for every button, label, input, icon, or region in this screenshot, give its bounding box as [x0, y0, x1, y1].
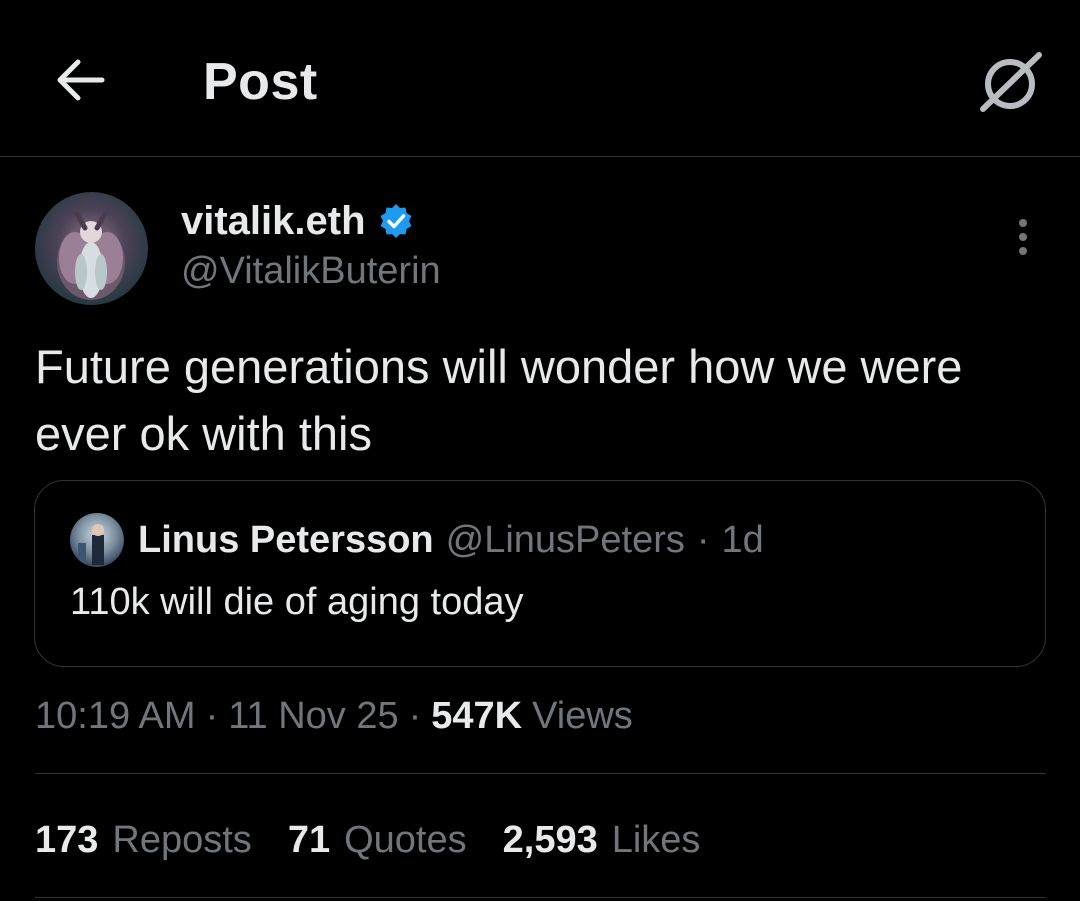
quote-timestamp: 1d [721, 518, 764, 561]
author-name-row: vitalik.eth [181, 198, 414, 244]
grok-button[interactable] [972, 44, 1048, 120]
more-dot-icon [1019, 233, 1027, 241]
arrow-left-icon [57, 59, 105, 101]
quote-header: Linus Petersson @LinusPeters · 1d [138, 515, 764, 565]
quotes-label: Quotes [344, 818, 467, 861]
views-label[interactable]: Views [532, 695, 633, 738]
quote-text: 110k will die of aging today [70, 581, 524, 623]
likes-label: Likes [611, 818, 701, 861]
meta-separator: · [408, 694, 422, 737]
reposts-label: Reposts [112, 818, 252, 861]
likes-count: 2,593 [502, 818, 598, 861]
post-time[interactable]: 10:19 AM [35, 695, 196, 738]
reposts-stat[interactable]: 173 Reposts [35, 819, 252, 862]
quotes-count: 71 [287, 818, 331, 861]
quote-author-handle: @LinusPeters [445, 518, 685, 561]
post-date[interactable]: 11 Nov 25 [228, 695, 398, 738]
more-dot-icon [1019, 247, 1027, 255]
quote-author-name: Linus Petersson [138, 518, 434, 561]
meta-separator: · [205, 694, 219, 737]
quote-avatar-image [78, 524, 104, 565]
top-bar: Post [0, 0, 1080, 157]
more-options-button[interactable] [1000, 212, 1046, 262]
divider [35, 897, 1046, 898]
reposts-count: 173 [35, 818, 99, 861]
engagement-stats: 173 Reposts 71 Quotes 2,593 Likes [35, 815, 700, 865]
author-handle[interactable]: @VitalikButerin [181, 250, 441, 293]
quote-separator: · [696, 518, 710, 561]
avatar[interactable] [35, 192, 148, 305]
more-dot-icon [1019, 219, 1027, 227]
back-button[interactable] [50, 52, 110, 108]
author-name[interactable]: vitalik.eth [181, 199, 366, 244]
page-title: Post [203, 53, 318, 111]
divider [35, 773, 1046, 774]
likes-stat[interactable]: 2,593 Likes [503, 819, 701, 862]
grok-slash-circle-icon [980, 52, 1042, 112]
views-count[interactable]: 547K [431, 695, 522, 738]
quote-avatar [70, 513, 124, 567]
quoted-post-card[interactable]: Linus Petersson @LinusPeters · 1d 110k w… [34, 480, 1046, 667]
post-meta: 10:19 AM · 11 Nov 25 · 547K Views [35, 692, 633, 740]
avatar-image [57, 211, 125, 300]
verified-badge-icon [380, 204, 412, 238]
quotes-stat[interactable]: 71 Quotes [288, 819, 467, 862]
post-text: Future generations will wonder how we we… [35, 340, 963, 460]
